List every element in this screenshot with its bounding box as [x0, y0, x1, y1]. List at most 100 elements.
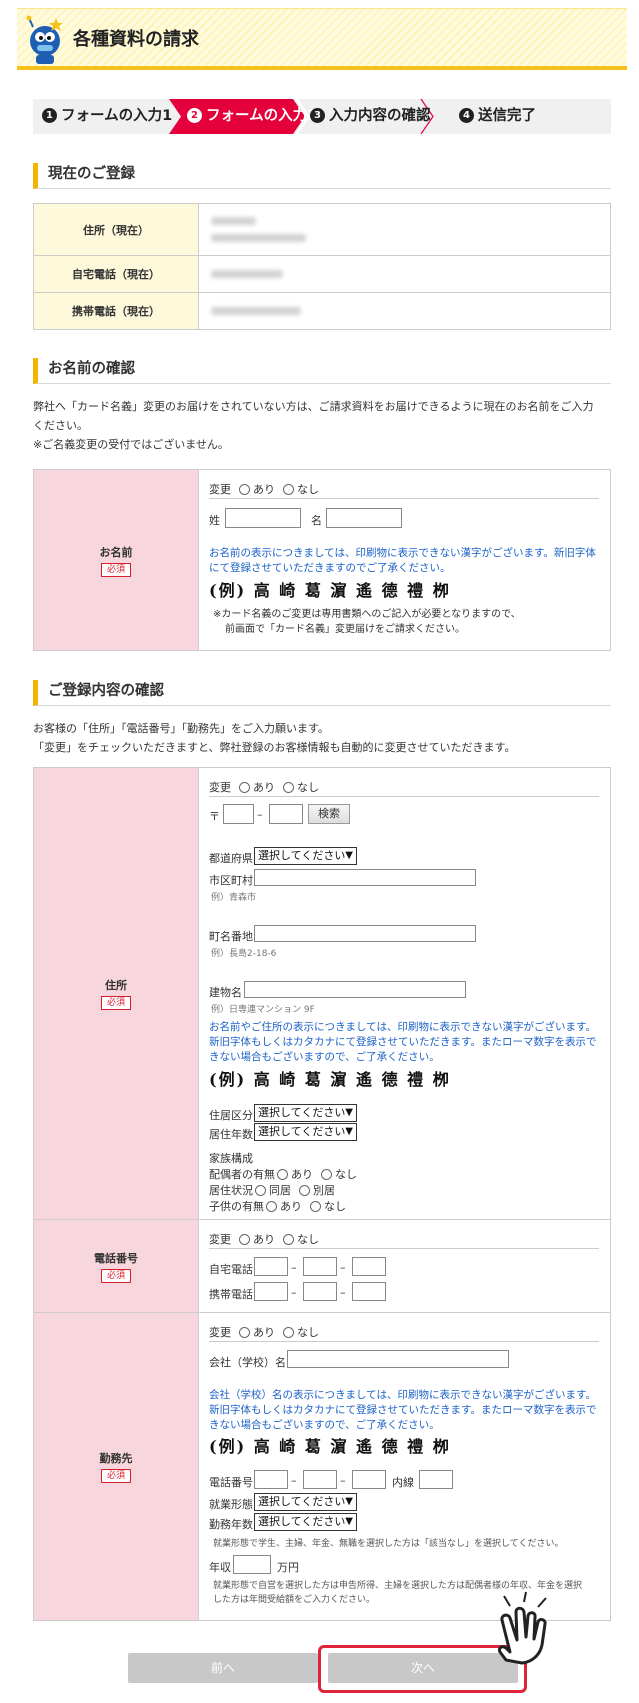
ext-input[interactable] — [419, 1470, 453, 1489]
living-row: 居住状況 同居 別居 — [209, 1184, 335, 1197]
zip-dash: – — [257, 808, 263, 821]
work-years-label: 勤務年数 — [209, 1518, 253, 1531]
city-input[interactable] — [254, 869, 476, 886]
years-select[interactable]: 選択してください ▼ — [254, 1123, 357, 1141]
mobile-phone-1[interactable] — [254, 1282, 288, 1301]
current-home-label: 自宅電話（現在） — [33, 255, 199, 293]
dash: – — [340, 1261, 346, 1274]
chevron-down-icon: ▼ — [345, 1107, 353, 1118]
change-row: 変更 あり なし — [209, 781, 319, 794]
radio-separate[interactable] — [299, 1185, 310, 1196]
work-type-note: 就業形態で学生、主婦、年金、無職を選択した方は「該当なし」を選択してください。 — [213, 1539, 564, 1549]
zip-mark: 〒 — [209, 810, 220, 823]
income-input[interactable] — [233, 1555, 271, 1574]
radio-together[interactable] — [255, 1185, 266, 1196]
years-label: 居住年数 — [209, 1128, 253, 1141]
phone-label: 電話番号 — [94, 1251, 138, 1265]
sei-label: 姓 — [209, 514, 220, 527]
ext-label: 内線 — [392, 1476, 414, 1489]
radio-no[interactable] — [283, 782, 294, 793]
divider — [209, 796, 599, 797]
dash: – — [291, 1286, 297, 1299]
blurred-value — [211, 306, 301, 315]
pref-select[interactable]: 選択してください ▼ — [254, 847, 357, 865]
section-registration: ご登録内容の確認 — [33, 680, 611, 706]
mobile-phone-3[interactable] — [352, 1282, 386, 1301]
home-phone-1[interactable] — [254, 1257, 288, 1276]
blurred-value — [211, 216, 256, 225]
mei-input[interactable] — [326, 508, 402, 528]
phone-input-cell: 変更 あり なし 自宅電話 – – 携帯電話 – – — [198, 1219, 611, 1313]
next-button[interactable]: 次へ — [328, 1653, 518, 1683]
address-label: 住所 — [105, 979, 127, 992]
home-phone-2[interactable] — [303, 1257, 337, 1276]
blurred-value — [211, 269, 283, 278]
prev-button[interactable]: 前へ — [128, 1653, 318, 1683]
mei-label: 名 — [311, 514, 322, 527]
family-label: 家族構成 — [209, 1152, 253, 1165]
section-name: お名前の確認 — [33, 358, 611, 384]
step-4: 4 送信完了 — [459, 99, 536, 134]
company-input[interactable] — [287, 1350, 509, 1368]
mobile-phone-label: 携帯電話 — [209, 1288, 253, 1301]
current-mobile-label: 携帯電話（現在） — [33, 292, 199, 330]
bldg-input[interactable] — [244, 981, 466, 998]
search-button[interactable]: 検索 — [308, 804, 350, 824]
zip-input-2[interactable] — [269, 804, 303, 824]
mobile-phone-2[interactable] — [303, 1282, 337, 1301]
progress-steps: 1 フォームの入力1 2 フォームの入力2 3 入力内容の確認 4 送信完了 — [33, 99, 611, 134]
spouse-row: 配偶者の有無 あり なし — [209, 1168, 357, 1181]
company-label: 会社（学校）名 — [209, 1356, 286, 1369]
radio-yes[interactable] — [277, 1169, 288, 1180]
change-row: 変更 あり なし — [209, 483, 319, 496]
address-input-cell: 変更 あり なし 〒 – 検索 都道府県 選択してください ▼ 市区町村 例）青森市 … — [198, 767, 611, 1220]
change-row: 変更 あり なし — [209, 1233, 319, 1246]
type-label: 就業形態 — [209, 1498, 253, 1511]
radio-yes[interactable] — [266, 1201, 277, 1212]
radio-yes[interactable] — [239, 1327, 250, 1338]
registration-desc: お客様の「住所」「電話番号」「勤務先」をご入力願います。 「変更」をチェックいただ… — [33, 722, 516, 754]
pref-label: 都道府県 — [209, 852, 253, 865]
mascot-icon — [26, 15, 63, 64]
work-phone-label: 電話番号 — [209, 1476, 253, 1489]
work-years-select[interactable]: 選択してください ▼ — [254, 1513, 357, 1531]
radio-yes[interactable] — [239, 1234, 250, 1245]
blurred-value — [211, 233, 306, 242]
chevron-down-icon: ▼ — [345, 1496, 353, 1507]
work-input-cell: 変更 あり なし 会社（学校）名 会社（学校）名の表示につきましては、印刷物に表示で… — [198, 1312, 611, 1621]
name-note: お名前の表示につきましては、印刷物に表示できない漢字がございます。新旧字体 にて登… — [209, 547, 596, 574]
city-label: 市区町村 — [209, 874, 253, 887]
radio-no[interactable] — [310, 1201, 321, 1212]
radio-yes[interactable] — [239, 782, 250, 793]
radio-no[interactable] — [321, 1169, 332, 1180]
radio-no[interactable] — [283, 1234, 294, 1245]
work-phone-2[interactable] — [303, 1470, 337, 1489]
bldg-example: 例）日専連マンション 9F — [211, 1005, 315, 1015]
current-address-label: 住所（現在） — [33, 203, 199, 256]
town-input[interactable] — [254, 925, 476, 942]
step-1: 1 フォームの入力1 — [42, 99, 172, 134]
sei-input[interactable] — [225, 508, 301, 528]
radio-yes[interactable] — [239, 484, 250, 495]
income-label: 年収 — [209, 1561, 231, 1574]
required-badge: 必須 — [100, 562, 131, 577]
chevron-down-icon: ▼ — [345, 1516, 353, 1527]
bldg-label: 建物名 — [209, 986, 242, 999]
income-unit: 万円 — [277, 1561, 299, 1574]
radio-no[interactable] — [283, 484, 294, 495]
section-current: 現在のご登録 — [33, 163, 611, 189]
home-phone-3[interactable] — [352, 1257, 386, 1276]
city-example: 例）青森市 — [211, 893, 257, 903]
company-note: 会社（学校）名の表示につきましては、印刷物に表示できない漢字がございます。 新旧字… — [209, 1389, 597, 1431]
work-type-select[interactable]: 選択してください ▼ — [254, 1493, 357, 1511]
zip-input-1[interactable] — [223, 804, 254, 824]
work-phone-1[interactable] — [254, 1470, 288, 1489]
radio-no[interactable] — [283, 1327, 294, 1338]
address-label-cell: 住所 必須 — [33, 767, 199, 1220]
house-select[interactable]: 選択してください ▼ — [254, 1104, 357, 1122]
town-label: 町名番地 — [209, 930, 253, 943]
required-badge: 必須 — [100, 1469, 131, 1483]
work-phone-3[interactable] — [352, 1470, 386, 1489]
work-label-cell: 勤務先 必須 — [33, 1312, 199, 1621]
home-phone-label: 自宅電話 — [209, 1263, 253, 1276]
